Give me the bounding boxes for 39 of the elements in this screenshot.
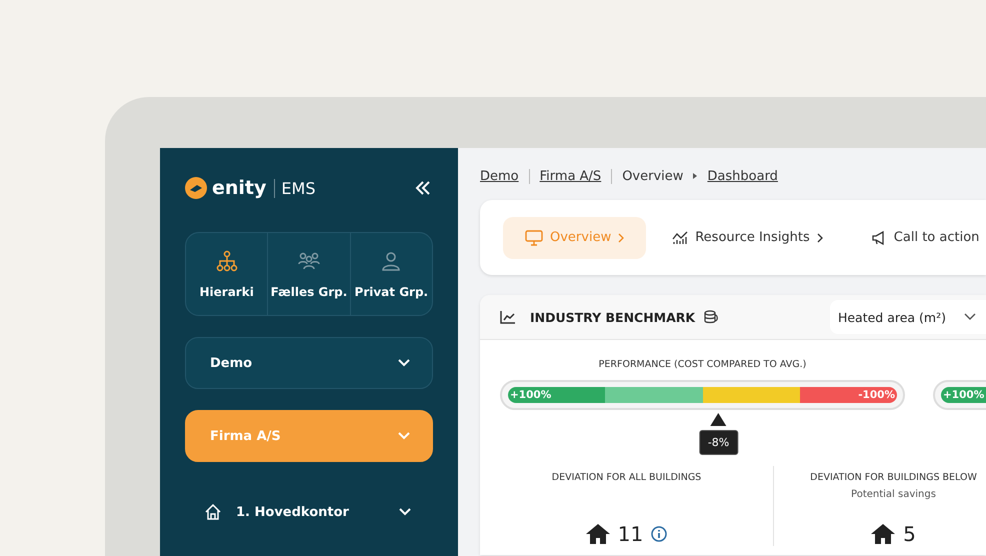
coins-icon (703, 309, 720, 325)
scale-label: +100% (942, 389, 986, 401)
building-count: 11 (618, 522, 644, 546)
chevron-down-icon (398, 432, 410, 440)
product-name: EMS (274, 178, 316, 198)
breadcrumb-link[interactable]: Demo (480, 168, 519, 184)
scale-label: +100% (509, 389, 552, 401)
unit-dropdown[interactable]: Heated area (m²) (830, 300, 986, 334)
info-icon[interactable] (651, 526, 668, 542)
chevron-down-icon (964, 313, 976, 321)
collapse-icon[interactable] (415, 180, 431, 196)
group-tab[interactable]: Hierarki (186, 233, 268, 315)
house-icon (586, 524, 610, 544)
deviation-title: DEVIATION FOR ALL BUILDINGS (552, 472, 702, 483)
card-title: INDUSTRY BENCHMARK (530, 310, 696, 324)
group-tab[interactable]: Privat Grp. (350, 233, 432, 315)
breadcrumb-link[interactable]: Dashboard (707, 168, 778, 184)
tree-item[interactable]: 1. Hovedkontor (185, 483, 433, 521)
breadcrumb-item[interactable]: Overview (622, 168, 684, 184)
brand-name: enity (212, 177, 266, 199)
hierarchy-dropdown[interactable]: Demo (185, 337, 433, 389)
monitor-icon (525, 230, 543, 246)
breadcrumb-link[interactable]: Firma A/S (540, 168, 602, 184)
nav-tab[interactable]: Call to action (848, 216, 986, 258)
line-chart-icon (500, 310, 516, 324)
deviation-subtitle: Potential savings (851, 489, 936, 500)
gauge-title: PERFORMANCE (COST COMPARED TO AVG.) (598, 359, 808, 370)
group-tab[interactable]: Fælles Grp. (267, 233, 350, 315)
chart-icon (672, 230, 688, 244)
arrow-right-icon (693, 173, 698, 179)
deviation-title: DEVIATION FOR BUILDINGS BELOW (810, 472, 977, 483)
chevron-down-icon (398, 359, 410, 367)
logo-icon (185, 177, 207, 199)
scale-label: -100% (857, 389, 896, 401)
hierarchy-icon (214, 249, 239, 273)
house-icon (204, 503, 222, 521)
nav-tab[interactable]: Resource Insights (650, 216, 845, 258)
house-icon (871, 524, 896, 544)
building-count: 5 (903, 522, 916, 546)
